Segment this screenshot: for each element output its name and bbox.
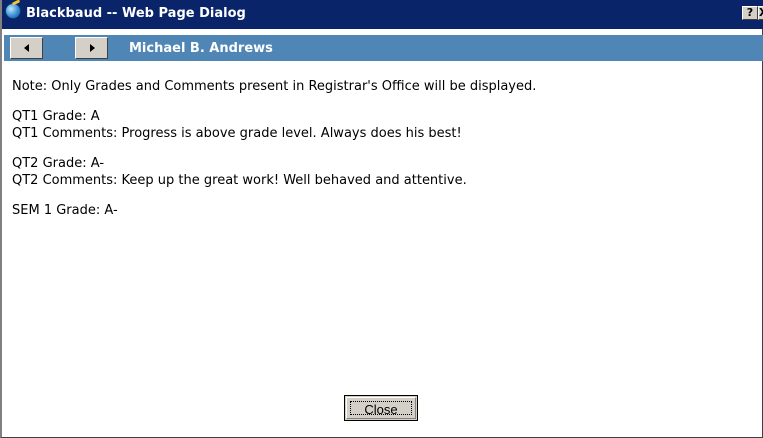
previous-button[interactable] xyxy=(10,37,43,59)
registrar-note: Note: Only Grades and Comments present i… xyxy=(12,79,537,94)
student-nav-bar: Michael B. Andrews xyxy=(4,35,763,61)
qt2-comments: QT2 Comments: Keep up the great work! We… xyxy=(12,173,467,188)
next-button[interactable] xyxy=(75,37,108,59)
window-title: Blackbaud -- Web Page Dialog xyxy=(26,6,246,21)
sem1-grade: SEM 1 Grade: A- xyxy=(12,203,118,218)
ie-globe-icon xyxy=(5,3,21,19)
dialog-window: Blackbaud -- Web Page Dialog ? X Michael… xyxy=(0,0,763,438)
qt1-grade: QT1 Grade: A xyxy=(12,109,100,124)
qt2-block: QT2 Grade: A- QT2 Comments: Keep up the … xyxy=(12,155,752,189)
close-button-label: Close xyxy=(350,401,412,417)
help-button[interactable]: ? xyxy=(742,6,758,20)
sem1-block: SEM 1 Grade: A- xyxy=(12,202,752,219)
qt2-grade: QT2 Grade: A- xyxy=(12,156,105,171)
qt1-block: QT1 Grade: A QT1 Comments: Progress is a… xyxy=(12,108,752,142)
student-name: Michael B. Andrews xyxy=(129,41,273,56)
arrow-left-icon xyxy=(24,44,29,52)
close-button[interactable]: Close xyxy=(344,395,418,421)
close-button-bevel: Close xyxy=(346,397,416,419)
window-close-button[interactable]: X xyxy=(758,6,763,20)
title-bar[interactable]: Blackbaud -- Web Page Dialog ? X xyxy=(2,0,763,29)
arrow-right-icon xyxy=(90,44,95,52)
qt1-comments: QT1 Comments: Progress is above grade le… xyxy=(12,126,462,141)
grades-content: Note: Only Grades and Comments present i… xyxy=(12,78,752,232)
